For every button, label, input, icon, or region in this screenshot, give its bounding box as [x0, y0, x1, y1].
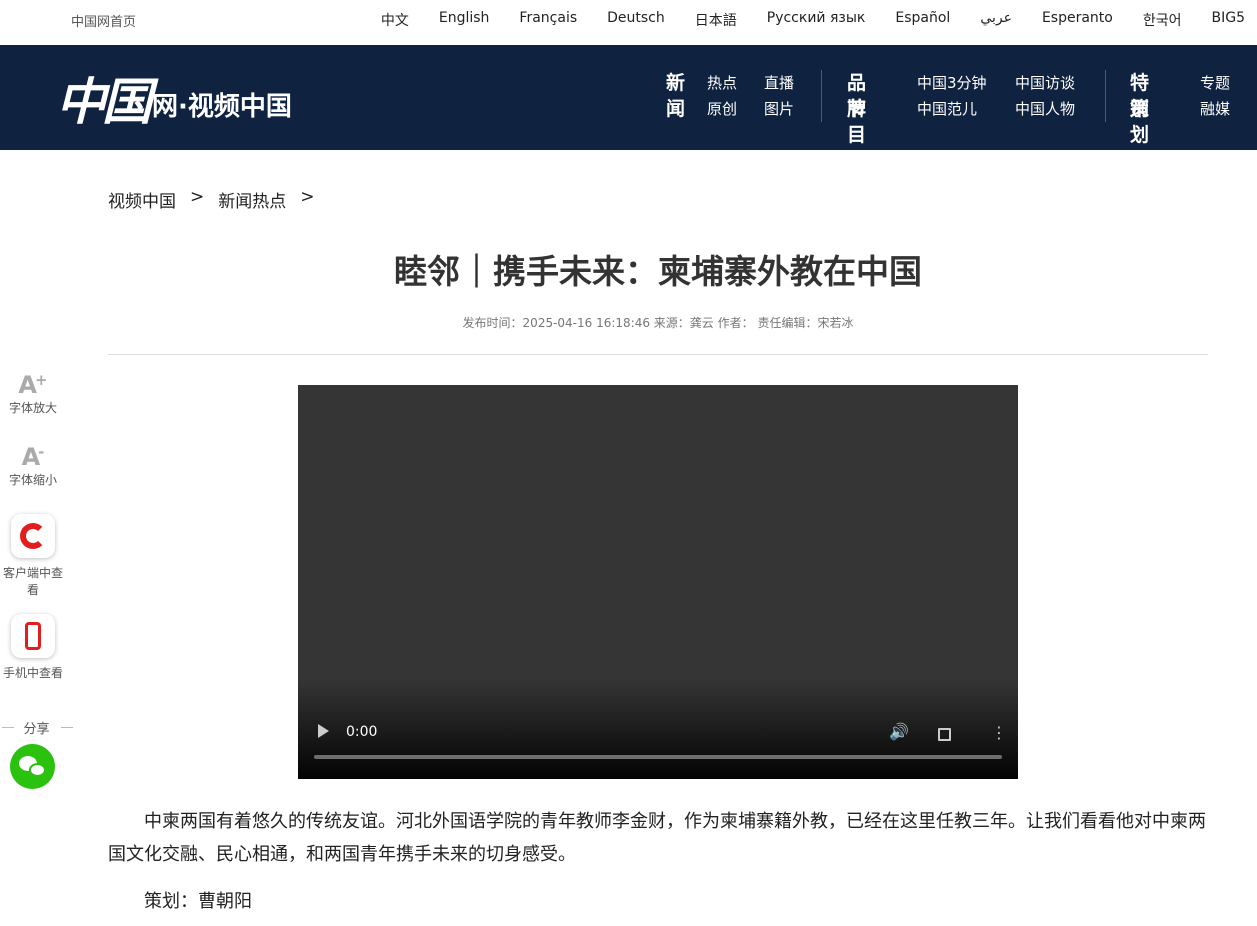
nav-item-media[interactable]: 融媒	[1200, 96, 1230, 122]
nav-group-title: 策划	[1130, 98, 1150, 146]
site-header: 中国 网·视频中国 新 闻 热点 直播 原创 图片 品牌 节目 中国3分钟 中国…	[0, 45, 1257, 150]
nav-group-title: 闻	[666, 98, 686, 120]
client-app-icon	[11, 514, 55, 558]
share-label: 分享	[0, 718, 73, 737]
nav-group-title: 节目	[847, 98, 867, 146]
nav-group-title: 新	[666, 72, 686, 94]
client-view-button[interactable]: 客户端中查看	[0, 514, 66, 598]
lang-link-fr[interactable]: Français	[519, 10, 577, 30]
nav-item-original[interactable]: 原创	[707, 96, 737, 122]
client-view-label: 客户端中查看	[2, 566, 63, 597]
lang-link-ru[interactable]: Русский язык	[767, 10, 866, 30]
nav-item-interview[interactable]: 中国访谈	[1015, 70, 1075, 96]
volume-icon[interactable]: 🔊	[889, 722, 909, 741]
font-smaller-label: 字体缩小	[8, 473, 57, 487]
font-bigger-button[interactable]: A+ 字体放大	[0, 366, 66, 416]
wechat-share-icon[interactable]	[10, 744, 55, 789]
font-bigger-label: 字体放大	[8, 401, 57, 415]
play-icon[interactable]	[318, 724, 329, 738]
top-language-bar: 中国网首页 中文 English Français Deutsch 日本語 Ру…	[0, 0, 1257, 45]
phone-icon	[11, 614, 55, 658]
font-smaller-icon: A-	[21, 443, 45, 471]
breadcrumb-separator: >	[300, 187, 315, 207]
nav-divider	[1105, 70, 1106, 122]
nav-item-pictures[interactable]: 图片	[764, 96, 794, 122]
video-time: 0:00	[346, 724, 378, 740]
nav-item-style[interactable]: 中国范儿	[917, 96, 977, 122]
breadcrumb: 视频中国 > 新闻热点 >	[108, 187, 315, 212]
article-meta: 发布时间：2025-04-16 16:18:46 来源：龚云 作者： 责任编辑：…	[462, 316, 854, 330]
site-logo[interactable]: 中国 网·视频中国	[56, 67, 292, 131]
nav-item-hot[interactable]: 热点	[707, 70, 737, 96]
logo-text: 网·视频中国	[152, 91, 292, 122]
nav-item-topics[interactable]: 专题	[1200, 70, 1230, 96]
logo-mark: 中国	[56, 72, 152, 131]
lang-link-ko[interactable]: 한국어	[1143, 10, 1182, 30]
fullscreen-icon[interactable]	[938, 728, 951, 741]
more-options-icon[interactable]: ⋮	[991, 723, 1007, 742]
video-player[interactable]: 0:00 🔊 ⋮	[298, 385, 1018, 779]
breadcrumb-item[interactable]: 视频中国	[108, 187, 176, 212]
article-paragraph: 中柬两国有着悠久的传统友谊。河北外国语学院的青年教师李金财，作为柬埔寨籍外教，已…	[108, 811, 1206, 865]
lang-link-ar[interactable]: عربي	[980, 10, 1012, 30]
font-smaller-button[interactable]: A- 字体缩小	[0, 438, 66, 488]
title-divider	[108, 354, 1208, 355]
language-list: 中文 English Français Deutsch 日本語 Русский …	[351, 10, 1245, 30]
nav-item-3min[interactable]: 中国3分钟	[917, 70, 987, 96]
lang-link-en[interactable]: English	[439, 10, 490, 30]
lang-link-big5[interactable]: BIG5	[1212, 10, 1246, 30]
lang-link-ja[interactable]: 日本語	[695, 10, 737, 30]
article-paragraph: 策划：曹朝阳	[144, 891, 252, 912]
lang-link-es[interactable]: Español	[895, 10, 950, 30]
article-title: 睦邻｜携手未来：柬埔寨外教在中国	[394, 252, 922, 291]
breadcrumb-separator: >	[190, 187, 205, 207]
video-controls-backdrop	[298, 679, 1018, 779]
font-bigger-icon: A+	[18, 371, 48, 399]
video-progress-bar[interactable]	[314, 755, 1002, 759]
breadcrumb-item[interactable]: 新闻热点	[218, 187, 286, 212]
home-link[interactable]: 中国网首页	[71, 11, 136, 30]
mobile-view-button[interactable]: 手机中查看	[0, 614, 66, 681]
lang-link-zh[interactable]: 中文	[381, 10, 409, 30]
nav-item-people[interactable]: 中国人物	[1015, 96, 1075, 122]
nav-divider	[821, 70, 822, 122]
mobile-view-label: 手机中查看	[2, 666, 63, 680]
lang-link-de[interactable]: Deutsch	[607, 10, 665, 30]
nav-item-live[interactable]: 直播	[764, 70, 794, 96]
lang-link-eo[interactable]: Esperanto	[1042, 10, 1113, 30]
